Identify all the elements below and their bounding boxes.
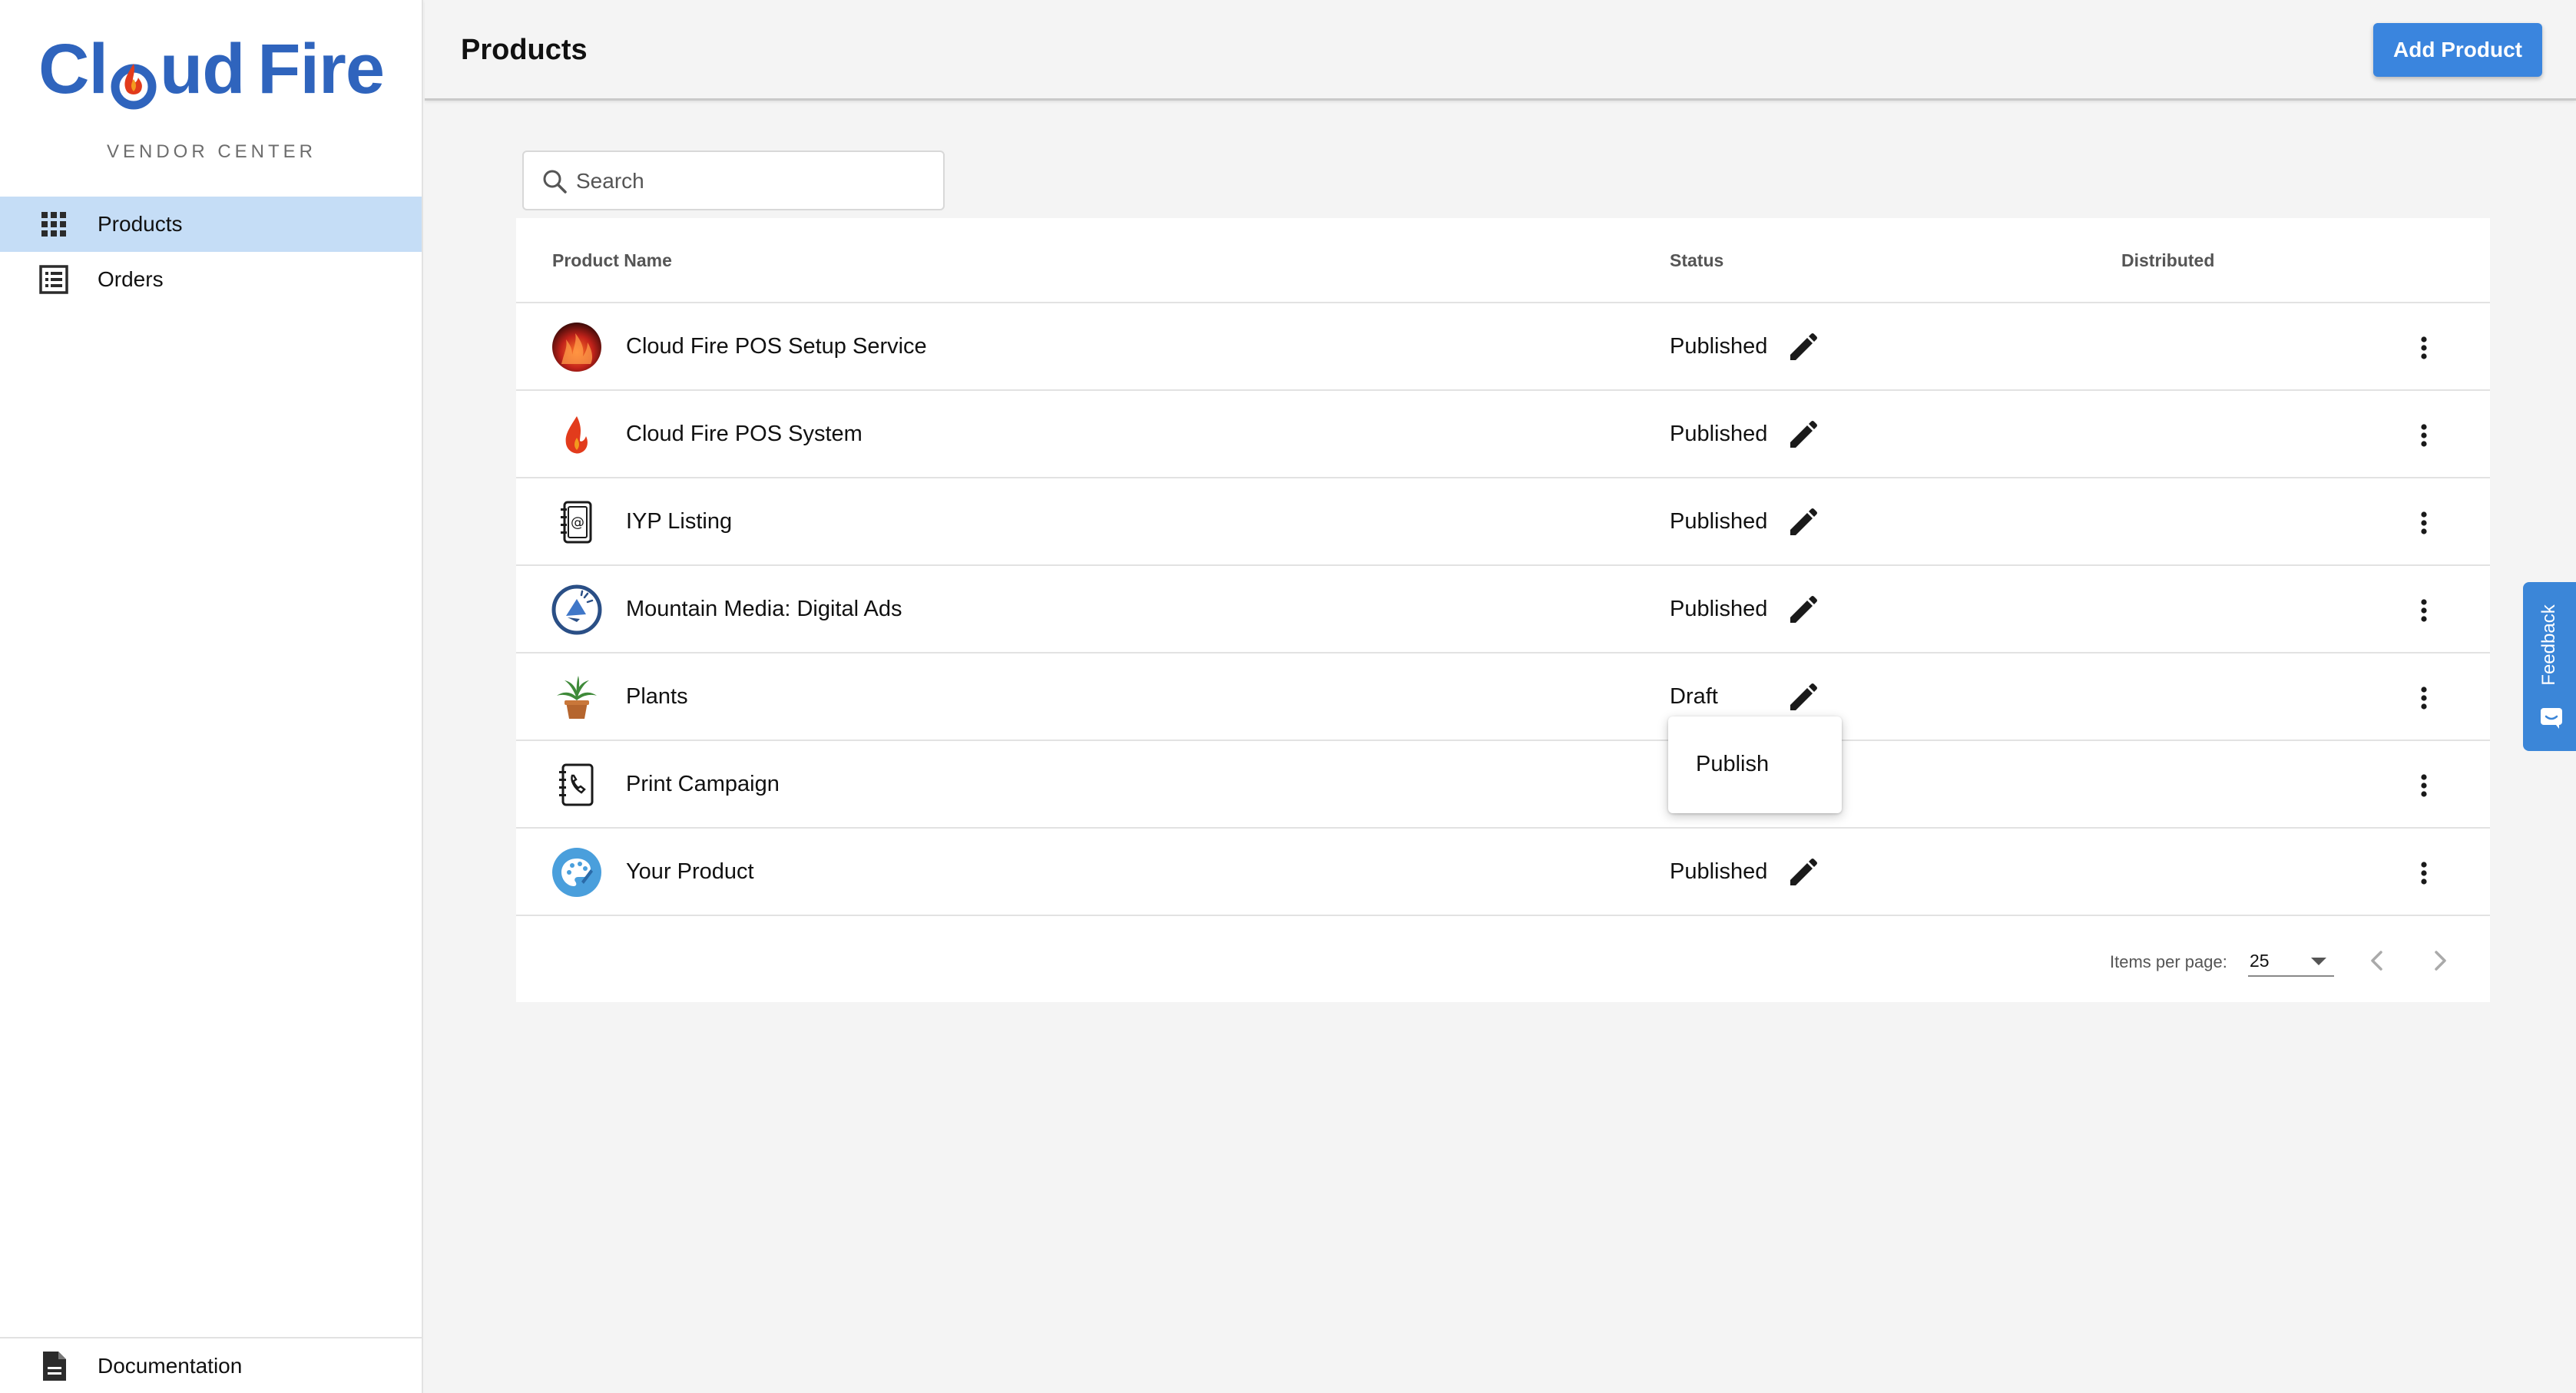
phone-book-thumbnail (551, 759, 603, 811)
cloud-fire-logo[interactable]: Cl ud Fire (38, 29, 385, 110)
product-name[interactable]: Cloud Fire POS System (626, 422, 863, 447)
sidebar-item-label: Products (98, 212, 183, 236)
items-per-page-select[interactable]: 25 (2248, 946, 2334, 977)
table-row[interactable]: Cloud Fire POS Setup Service Published (516, 303, 2490, 391)
megaphone-thumbnail (551, 584, 603, 636)
svg-text:@: @ (571, 515, 584, 531)
publish-menu-item[interactable]: Publish (1696, 752, 1769, 777)
fire-photo-thumbnail (551, 321, 603, 373)
sidebar-item-orders[interactable]: Orders (0, 252, 422, 307)
status-text: Published (1670, 509, 1768, 534)
table-paginator: Items per page: 25 (516, 915, 2490, 1002)
status-text: Draft (1670, 684, 1718, 709)
edit-status-pencil-icon[interactable] (1786, 594, 1819, 627)
product-name[interactable]: Your Product (626, 859, 754, 885)
more-vert-icon[interactable] (2407, 681, 2441, 715)
edit-status-pencil-icon[interactable] (1786, 419, 1819, 452)
more-vert-icon[interactable] (2407, 419, 2441, 452)
sidebar-item-label: Orders (98, 267, 164, 291)
more-vert-icon[interactable] (2407, 506, 2441, 540)
column-header-distributed[interactable]: Distributed (2121, 250, 2214, 271)
product-name[interactable]: Plants (626, 684, 688, 710)
status-text: Published (1670, 859, 1768, 884)
items-per-page-value: 25 (2250, 951, 2270, 971)
more-vert-icon[interactable] (2407, 856, 2441, 890)
feedback-label: Feedback (2538, 604, 2559, 686)
list-icon (38, 264, 69, 295)
product-name[interactable]: IYP Listing (626, 509, 732, 534)
product-name[interactable]: Cloud Fire POS Setup Service (626, 334, 927, 359)
caret-down-icon (2309, 955, 2328, 968)
previous-page-button[interactable] (2365, 948, 2391, 974)
edit-status-pencil-icon[interactable] (1786, 681, 1819, 715)
table-row[interactable]: Your Product Published (516, 829, 2490, 916)
table-row[interactable]: Cloud Fire POS System Published (516, 391, 2490, 478)
status-text: Published (1670, 597, 1768, 621)
flame-logo-thumbnail (551, 409, 603, 461)
status-menu: Publish (1668, 716, 1842, 813)
column-header-product-name[interactable]: Product Name (552, 250, 672, 271)
feedback-tab[interactable]: Feedback (2523, 582, 2576, 751)
more-vert-icon[interactable] (2407, 331, 2441, 365)
status-text: Published (1670, 422, 1768, 446)
search-box[interactable] (522, 151, 945, 210)
page-header: Products Add Product (425, 0, 2576, 101)
more-vert-icon[interactable] (2407, 594, 2441, 627)
items-per-page-label: Items per page: (2110, 952, 2227, 971)
products-table: Product Name Status Distributed Cloud Fi… (516, 218, 2490, 1002)
potted-plant-thumbnail (551, 671, 603, 723)
address-book-thumbnail: @ (551, 496, 603, 548)
table-row[interactable]: Mountain Media: Digital Ads Published (516, 566, 2490, 653)
product-name[interactable]: Mountain Media: Digital Ads (626, 597, 902, 622)
feedback-smile-icon (2539, 705, 2564, 730)
sidebar-item-documentation[interactable]: Documentation (0, 1337, 422, 1393)
column-header-status[interactable]: Status (1670, 250, 1723, 271)
more-vert-icon[interactable] (2407, 769, 2441, 802)
edit-status-pencil-icon[interactable] (1786, 506, 1819, 540)
documentation-label: Documentation (98, 1353, 243, 1378)
next-page-button[interactable] (2426, 948, 2452, 974)
palette-thumbnail (551, 846, 603, 898)
vendor-center-label: VENDOR CENTER (106, 141, 317, 162)
table-row[interactable]: Print Campaign (516, 741, 2490, 829)
search-input[interactable] (576, 163, 929, 200)
add-product-button[interactable]: Add Product (2373, 23, 2542, 77)
edit-status-pencil-icon[interactable] (1786, 856, 1819, 890)
grid-icon (38, 209, 69, 240)
app-window: Cl ud Fire VENDOR CENTER Products Orders… (0, 0, 2576, 1393)
product-name[interactable]: Print Campaign (626, 772, 780, 797)
logo-text-mid: ud (160, 29, 245, 108)
logo-text-right: Fire (257, 29, 385, 108)
sidebar: Cl ud Fire VENDOR CENTER Products Orders… (0, 0, 423, 1393)
flame-icon (109, 46, 158, 110)
logo-text-left: Cl (38, 29, 108, 108)
status-text: Published (1670, 334, 1768, 359)
search-icon (541, 167, 568, 195)
table-row[interactable]: @ IYP Listing Published (516, 478, 2490, 566)
sidebar-item-products[interactable]: Products (0, 197, 422, 252)
edit-status-pencil-icon[interactable] (1786, 331, 1819, 365)
table-row[interactable]: Plants Draft (516, 653, 2490, 741)
document-icon (40, 1350, 69, 1382)
page-title: Products (461, 34, 588, 66)
table-header: Product Name Status Distributed (516, 218, 2490, 303)
